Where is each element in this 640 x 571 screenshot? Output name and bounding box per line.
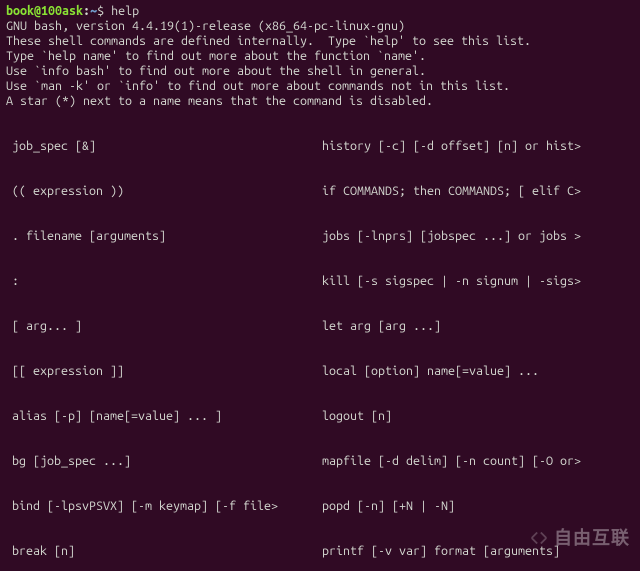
list-item: break [n] xyxy=(12,544,322,559)
intro-line: Use `man -k' or `info' to find out more … xyxy=(6,79,634,94)
help-columns: job_spec [&] (( expression )) . filename… xyxy=(6,109,634,571)
prompt-line: book@100ask:~$ help xyxy=(6,4,634,19)
list-item: job_spec [&] xyxy=(12,139,322,154)
list-item: mapfile [-d delim] [-n count] [-O or> xyxy=(322,454,634,469)
help-intro: GNU bash, version 4.4.19(1)-release (x86… xyxy=(6,19,634,109)
list-item: popd [-n] [+N | -N] xyxy=(322,499,634,514)
intro-line: Use `info bash' to find out more about t… xyxy=(6,64,634,79)
list-item: [ arg... ] xyxy=(12,319,322,334)
help-column-right: history [-c] [-d offset] [n] or hist> if… xyxy=(322,109,634,571)
prompt-dollar: $ xyxy=(97,4,111,18)
list-item: bind [-lpsvPSVX] [-m keymap] [-f file> xyxy=(12,499,322,514)
prompt-user: book xyxy=(6,4,34,18)
list-item: : xyxy=(12,274,322,289)
list-item: (( expression )) xyxy=(12,184,322,199)
list-item: jobs [-lnprs] [jobspec ...] or jobs > xyxy=(322,229,634,244)
list-item: bg [job_spec ...] xyxy=(12,454,322,469)
watermark: 自由互联 xyxy=(528,527,630,549)
intro-line: These shell commands are defined interna… xyxy=(6,34,634,49)
intro-line: Type `help name' to find out more about … xyxy=(6,49,634,64)
list-item: if COMMANDS; then COMMANDS; [ elif C> xyxy=(322,184,634,199)
prompt-colon: : xyxy=(83,4,90,18)
list-item: local [option] name[=value] ... xyxy=(322,364,634,379)
list-item: history [-c] [-d offset] [n] or hist> xyxy=(322,139,634,154)
list-item: . filename [arguments] xyxy=(12,229,322,244)
watermark-text: 自由互联 xyxy=(554,531,630,546)
list-item: kill [-s sigspec | -n signum | -sigs> xyxy=(322,274,634,289)
intro-line: GNU bash, version 4.4.19(1)-release (x86… xyxy=(6,19,634,34)
terminal[interactable]: book@100ask:~$ help GNU bash, version 4.… xyxy=(0,0,640,571)
list-item: logout [n] xyxy=(322,409,634,424)
list-item: let arg [arg ...] xyxy=(322,319,634,334)
command-typed: help xyxy=(111,4,139,18)
prompt-host: 100ask xyxy=(41,4,83,18)
intro-line: A star (*) next to a name means that the… xyxy=(6,94,634,109)
list-item: alias [-p] [name[=value] ... ] xyxy=(12,409,322,424)
list-item: [[ expression ]] xyxy=(12,364,322,379)
prompt-at: @ xyxy=(34,4,41,18)
help-column-left: job_spec [&] (( expression )) . filename… xyxy=(6,109,322,571)
watermark-icon xyxy=(528,527,550,549)
